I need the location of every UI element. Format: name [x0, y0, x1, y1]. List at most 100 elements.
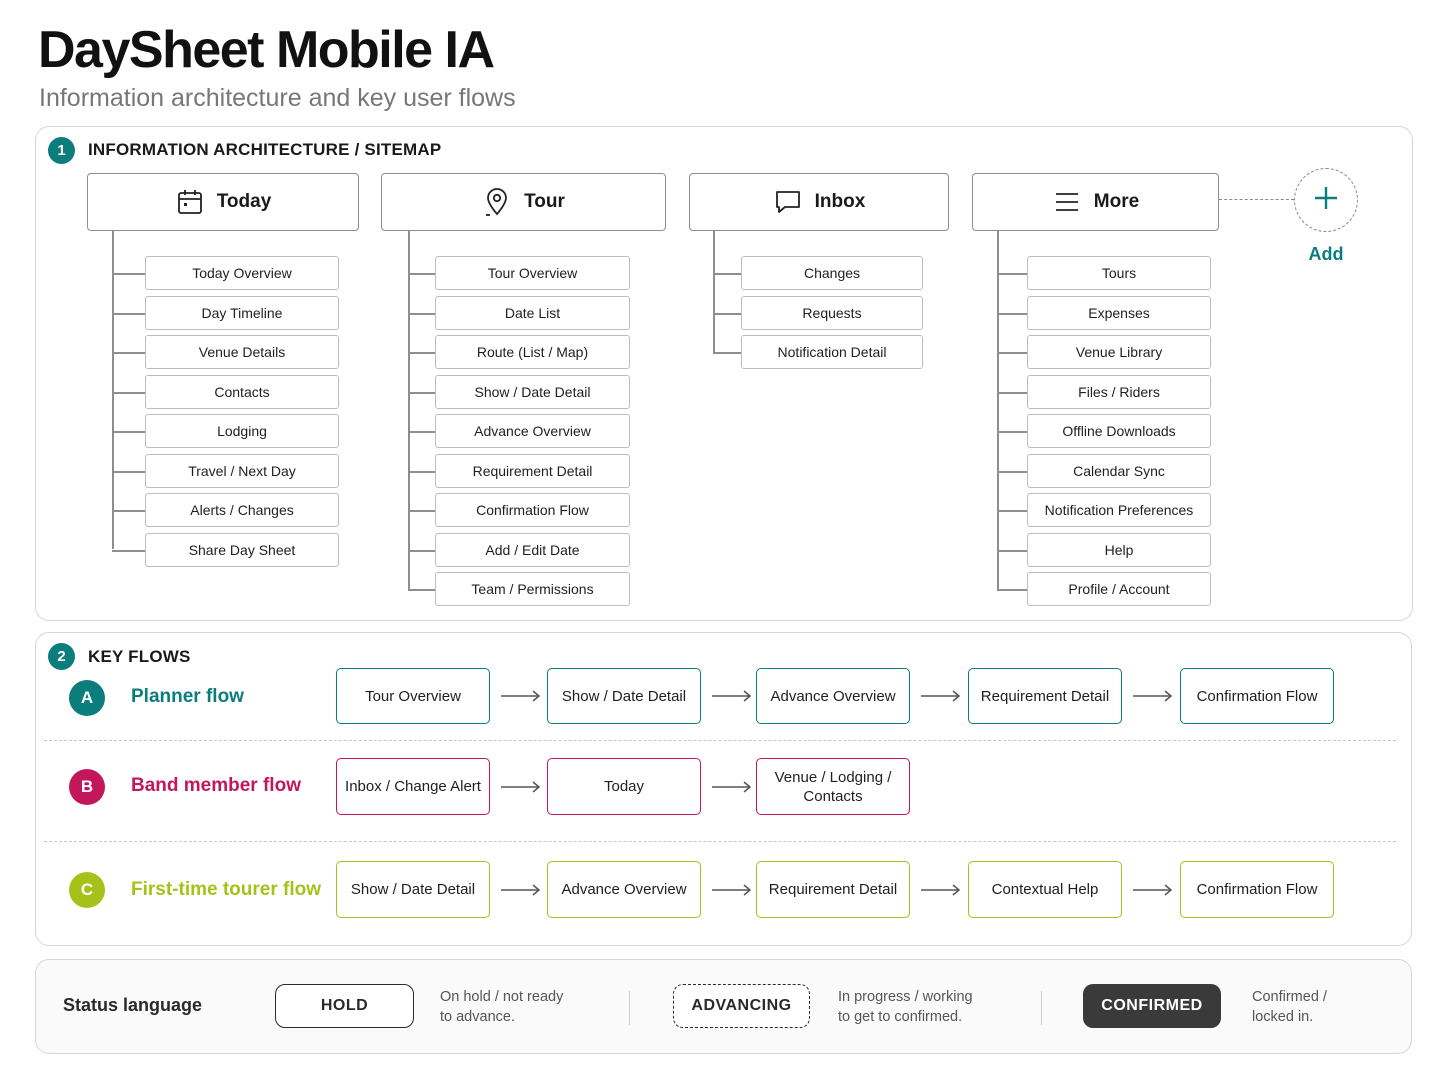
status-description-line: locked in.: [1252, 1009, 1314, 1025]
flow-letter-badge: B: [69, 769, 105, 805]
sitemap-item[interactable]: Help: [1027, 533, 1211, 567]
flow-letter-badge: C: [69, 872, 105, 908]
sitemap-item[interactable]: Venue Details: [145, 335, 339, 369]
section-number-badge: 2: [48, 643, 75, 670]
status-title: Status language: [63, 995, 203, 1015]
sitemap-item[interactable]: Route (List / Map): [435, 335, 630, 369]
flow-step[interactable]: Today: [547, 758, 701, 815]
sitemap-item[interactable]: Travel / Next Day: [145, 454, 339, 488]
sitemap-item[interactable]: Contacts: [145, 375, 339, 409]
sitemap-item[interactable]: Today Overview: [145, 256, 339, 290]
status-divider: [1041, 991, 1042, 1025]
tree-branch: [997, 392, 1027, 394]
plus-icon: [1313, 185, 1339, 216]
arrow-right-icon: [1133, 690, 1173, 702]
add-connector-line: [1219, 199, 1294, 200]
tree-branch: [112, 392, 145, 394]
flow-step[interactable]: Tour Overview: [336, 668, 490, 724]
tree-branch: [112, 273, 145, 275]
sitemap-item[interactable]: Changes: [741, 256, 923, 290]
tree-branch: [112, 510, 145, 512]
tree-branch: [408, 431, 435, 433]
section-number-badge: 1: [48, 137, 75, 164]
sitemap-item[interactable]: Alerts / Changes: [145, 493, 339, 527]
tree-branch: [408, 273, 435, 275]
arrow-right-icon: [712, 690, 752, 702]
nav-tab-inbox[interactable]: Inbox: [689, 173, 949, 231]
status-pill-confirmed: CONFIRMED: [1083, 984, 1221, 1028]
flow-step[interactable]: Show / Date Detail: [547, 668, 701, 724]
sitemap-item[interactable]: Tours: [1027, 256, 1211, 290]
tree-branch: [713, 313, 741, 315]
sitemap-item[interactable]: Requirement Detail: [435, 454, 630, 488]
sitemap-item[interactable]: Profile / Account: [1027, 572, 1211, 606]
add-label: Add: [1308, 244, 1344, 264]
flows-section-title: KEY FLOWS: [88, 647, 191, 666]
flow-separator: [44, 841, 1396, 842]
arrow-right-icon: [712, 883, 752, 896]
add-tab-button[interactable]: [1294, 168, 1358, 232]
arrow-right-icon: [501, 690, 541, 702]
tree-branch: [408, 550, 435, 552]
sitemap-item[interactable]: Requests: [741, 296, 923, 330]
nav-tab-today[interactable]: Today: [87, 173, 359, 231]
tree-branch: [112, 550, 145, 552]
sitemap-item[interactable]: Share Day Sheet: [145, 533, 339, 567]
nav-tab-label: More: [1093, 191, 1140, 212]
flow-step[interactable]: Show / Date Detail: [336, 861, 490, 918]
status-description-line: On hold / not ready: [440, 989, 564, 1005]
flow-step[interactable]: Advance Overview: [547, 861, 701, 918]
nav-tab-tour[interactable]: Tour: [381, 173, 666, 231]
sitemap-item[interactable]: Offline Downloads: [1027, 414, 1211, 448]
sitemap-item[interactable]: Confirmation Flow: [435, 493, 630, 527]
sitemap-item[interactable]: Team / Permissions: [435, 572, 630, 606]
status-description-line: Confirmed /: [1252, 989, 1327, 1005]
chat-bubble-icon: [773, 187, 803, 217]
sitemap-item[interactable]: Date List: [435, 296, 630, 330]
sitemap-item[interactable]: Add / Edit Date: [435, 533, 630, 567]
tree-branch: [408, 510, 435, 512]
flow-step[interactable]: Requirement Detail: [968, 668, 1122, 724]
tree-branch: [997, 431, 1027, 433]
flow-step[interactable]: Venue / Lodging / Contacts: [756, 758, 910, 815]
status-divider: [629, 991, 630, 1025]
flow-step[interactable]: Contextual Help: [968, 861, 1122, 918]
tree-branch: [997, 313, 1027, 315]
tree-connector: [112, 231, 114, 549]
arrow-right-icon: [501, 883, 541, 896]
sitemap-item[interactable]: Expenses: [1027, 296, 1211, 330]
status-pill-advancing: ADVANCING: [673, 984, 810, 1028]
sitemap-item[interactable]: Tour Overview: [435, 256, 630, 290]
sitemap-item[interactable]: Lodging: [145, 414, 339, 448]
flow-separator: [44, 740, 1396, 741]
nav-tab-more[interactable]: More: [972, 173, 1219, 231]
flow-step[interactable]: Requirement Detail: [756, 861, 910, 918]
calendar-icon: [175, 187, 205, 217]
status-description-confirmed: Confirmed / locked in.: [1252, 987, 1327, 1027]
nav-tab-label: Tour: [524, 191, 565, 212]
flow-step[interactable]: Inbox / Change Alert: [336, 758, 490, 815]
flow-step[interactable]: Confirmation Flow: [1180, 668, 1334, 724]
tree-branch: [713, 352, 741, 354]
tree-branch: [997, 352, 1027, 354]
flow-name: Planner flow: [131, 686, 244, 707]
sitemap-item[interactable]: Advance Overview: [435, 414, 630, 448]
flow-step[interactable]: Advance Overview: [756, 668, 910, 724]
sitemap-item[interactable]: Files / Riders: [1027, 375, 1211, 409]
tree-branch: [408, 313, 435, 315]
arrow-right-icon: [921, 883, 961, 896]
sitemap-item[interactable]: Show / Date Detail: [435, 375, 630, 409]
sitemap-item[interactable]: Venue Library: [1027, 335, 1211, 369]
page-subtitle: Information architecture and key user fl…: [39, 84, 516, 112]
sitemap-item[interactable]: Calendar Sync: [1027, 454, 1211, 488]
tree-branch: [997, 273, 1027, 275]
sitemap-item[interactable]: Day Timeline: [145, 296, 339, 330]
sitemap-item[interactable]: Notification Preferences: [1027, 493, 1211, 527]
status-description-advancing: In progress / working to get to confirme…: [838, 987, 973, 1027]
tree-branch: [408, 471, 435, 473]
flow-name: Band member flow: [131, 775, 301, 796]
nav-tab-label: Inbox: [814, 191, 866, 212]
sitemap-item[interactable]: Notification Detail: [741, 335, 923, 369]
flow-step[interactable]: Confirmation Flow: [1180, 861, 1334, 918]
status-description-line: to get to confirmed.: [838, 1009, 963, 1025]
